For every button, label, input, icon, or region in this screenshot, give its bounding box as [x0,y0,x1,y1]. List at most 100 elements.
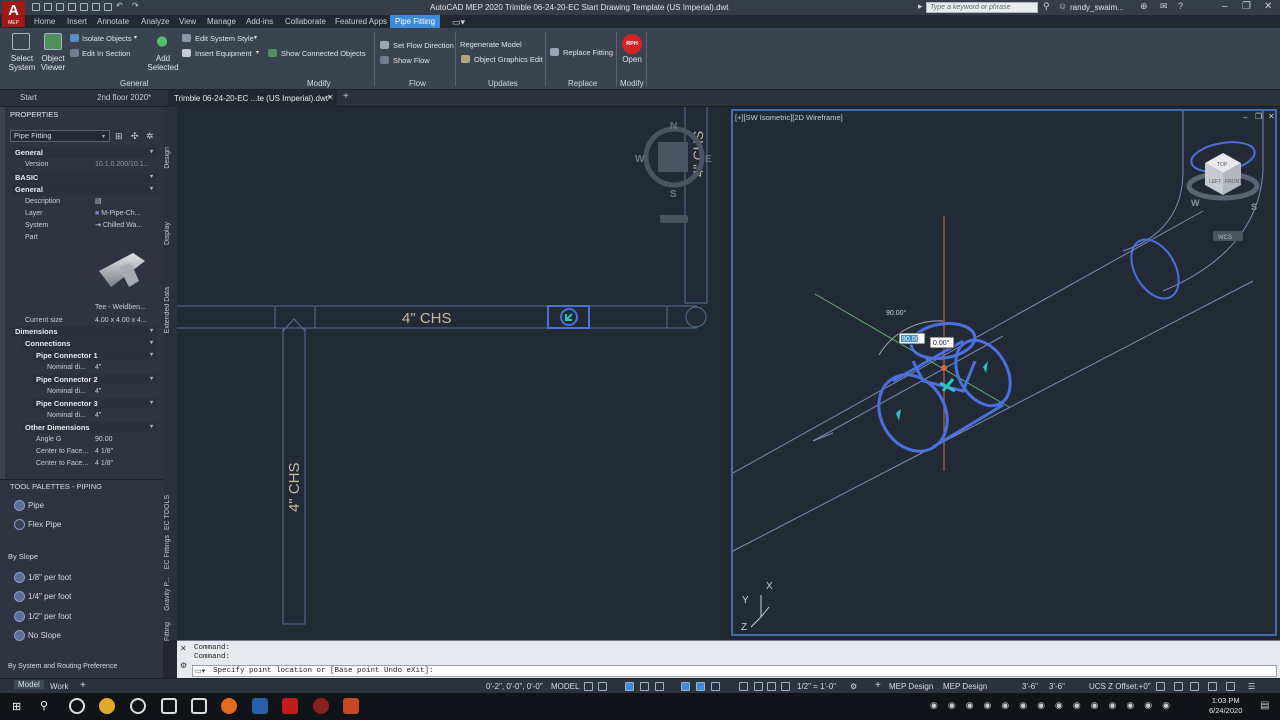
autocad-icon[interactable] [282,698,298,714]
side-tab-design[interactable]: Design [164,147,176,169]
cortana-icon[interactable] [69,698,85,714]
edit-system-style-button[interactable]: Edit System Style [195,34,254,43]
row-center-to-face-2[interactable]: Center to Face... 4 1/8" [0,458,158,470]
palette-slope-1-2[interactable]: 1/2" per foot [28,612,71,621]
app-icon[interactable] [252,698,268,714]
show-connected-button[interactable]: Show Connected Objects [281,49,366,58]
section-basic[interactable]: BASIC ▾ [12,172,157,183]
new-tab-icon[interactable]: + [343,91,349,102]
viewcube-face[interactable] [658,142,688,172]
wcs-menu[interactable] [660,215,688,223]
file-tab-2nd-floor[interactable]: 2nd floor 2020* [97,93,151,102]
layer-value[interactable]: ■ M-Pipe-Ch... [95,208,155,220]
section-basic-general[interactable]: General ▾ [12,184,157,195]
search-input[interactable]: Type a keyword or phrase [926,2,1038,13]
object-viewer-button[interactable]: Object Viewer [38,54,68,72]
windows-start-icon[interactable]: ⊞ [12,700,21,713]
description-icon[interactable]: ▤ [95,196,155,208]
regenerate-model-button[interactable]: Regenerate Model [460,40,522,49]
open-icon[interactable] [44,3,52,11]
section-dimensions[interactable]: Dimensions ▾ [12,326,157,337]
plus-icon[interactable]: + [875,680,881,691]
palette-no-slope[interactable]: No Slope [28,631,61,640]
tab-insert[interactable]: Insert [67,17,87,26]
snap-icon[interactable] [598,682,607,691]
set-flow-direction-button[interactable]: Set Flow Direction [393,41,454,50]
new-icon[interactable] [32,3,40,11]
ucs-offset[interactable]: UCS Z Offset:+0" [1089,682,1151,691]
exchange-icon[interactable]: ✉ [1160,1,1168,12]
user-name[interactable]: randy_swaim... [1070,3,1124,12]
close-icon[interactable]: ✕ [180,644,187,653]
clean-screen-icon[interactable] [1190,682,1199,691]
isolate-dropdown-icon[interactable]: ▾ [134,34,137,43]
row-system[interactable]: System ⇥ Chilled Wa... [0,220,158,232]
move-grip-icon[interactable] [939,378,956,393]
add-selected-button[interactable]: Add Selected [146,54,180,72]
coordinates[interactable]: 0'-2", 0'-0", 0'-0" [486,682,543,691]
tab-featured-apps[interactable]: Featured Apps [335,17,387,26]
model-space-toggle[interactable]: MODEL [551,682,579,691]
layout-tab-model[interactable]: Model [14,680,44,689]
taskbar-clock[interactable]: 1:03 PM 6/24/2020 [1209,696,1242,716]
edit-in-section-button[interactable]: Edit In Section [82,49,130,58]
row-layer[interactable]: Layer ■ M-Pipe-Ch... [0,208,158,220]
row-nominal-1[interactable]: Nominal di... 4" [0,362,158,374]
tab-manage[interactable]: Manage [207,17,236,26]
user-icon[interactable]: ☺ [1058,1,1067,11]
equipment-dropdown-icon[interactable]: ▾ [256,49,259,58]
tab-collaborate[interactable]: Collaborate [285,17,326,26]
app-icon[interactable] [161,698,177,714]
system-tray-icons[interactable]: ◉◉◉◉◉◉◉◉◉◉◉◉◉◉ [930,700,1180,711]
add-layout-icon[interactable]: + [80,680,86,691]
tab-annotate[interactable]: Annotate [97,17,129,26]
row-description[interactable]: Description ▤ [0,196,158,208]
system-value[interactable]: ⇥ Chilled Wa... [95,220,155,232]
app-icon[interactable] [343,698,359,714]
osnap-icon[interactable] [711,682,720,691]
redo-icon[interactable]: ↷ [132,1,140,10]
grip-icon[interactable] [896,409,901,421]
binoculars-icon[interactable]: ⚲ [1043,1,1050,12]
nominal-value[interactable]: 4" [95,386,155,398]
section-general[interactable]: General ▾ [12,147,157,158]
section-pipe-connector-1[interactable]: Pipe Connector 1 ▾ [33,350,157,361]
polar-icon[interactable] [655,682,664,691]
chevrons-icon[interactable]: ▸ [918,1,923,12]
layer-manager-icon[interactable] [1226,682,1235,691]
side-tab-ec-tools[interactable]: EC TOOLS [164,495,176,530]
file-tab-close-icon[interactable]: ✕ [327,93,334,102]
chrome-icon[interactable] [99,698,115,714]
notifications-icon[interactable]: ▤ [1260,700,1269,711]
layout-tab-work[interactable]: Work [50,682,69,691]
annotation-scale[interactable]: 1/2" = 1'-0" [797,682,836,691]
plan-drawing[interactable]: 4" CHS 4" CHS 4" CHS N S W E [177,107,727,640]
nominal-value[interactable]: 4" [95,410,155,422]
save-icon[interactable] [56,3,64,11]
select-system-button[interactable]: Select System [4,54,40,72]
section-other-dimensions[interactable]: Other Dimensions ▾ [22,422,157,433]
tab-home[interactable]: Home [34,17,55,26]
cut-plane-2[interactable]: 3'-6" [1049,682,1065,691]
file-tab-start[interactable]: Start [20,93,37,102]
tee-fitting-plan[interactable] [547,305,590,329]
section-connections[interactable]: Connections ▾ [22,338,157,349]
display-config-1[interactable]: MEP Design [889,682,933,691]
search-icon[interactable]: ⚲ [40,699,48,712]
minimize-icon[interactable]: – [1222,1,1228,12]
object-type-select[interactable]: Pipe Fitting ▾ [10,130,110,142]
open-button[interactable]: Open [620,55,644,64]
center-to-face-value[interactable]: 4 1/8" [95,458,155,470]
quick-select-icon[interactable]: ⊞ [115,131,123,142]
saveas-icon[interactable] [68,3,76,11]
isodraft-icon[interactable] [681,682,690,691]
command-input[interactable]: ▭▾ Specify point location or [Base point… [192,665,1277,677]
osnap-tracking-icon[interactable] [696,682,705,691]
customize-icon[interactable] [1208,682,1217,691]
row-nominal-2[interactable]: Nominal di... 4" [0,386,158,398]
palette-slope-1-4[interactable]: 1/4" per foot [28,592,71,601]
hardware-accel-icon[interactable] [1174,682,1183,691]
close-icon[interactable]: ✕ [1264,1,1272,12]
palette-slope-1-8[interactable]: 1/8" per foot [28,573,71,582]
tab-pipe-fitting[interactable]: Pipe Fitting [390,15,441,28]
